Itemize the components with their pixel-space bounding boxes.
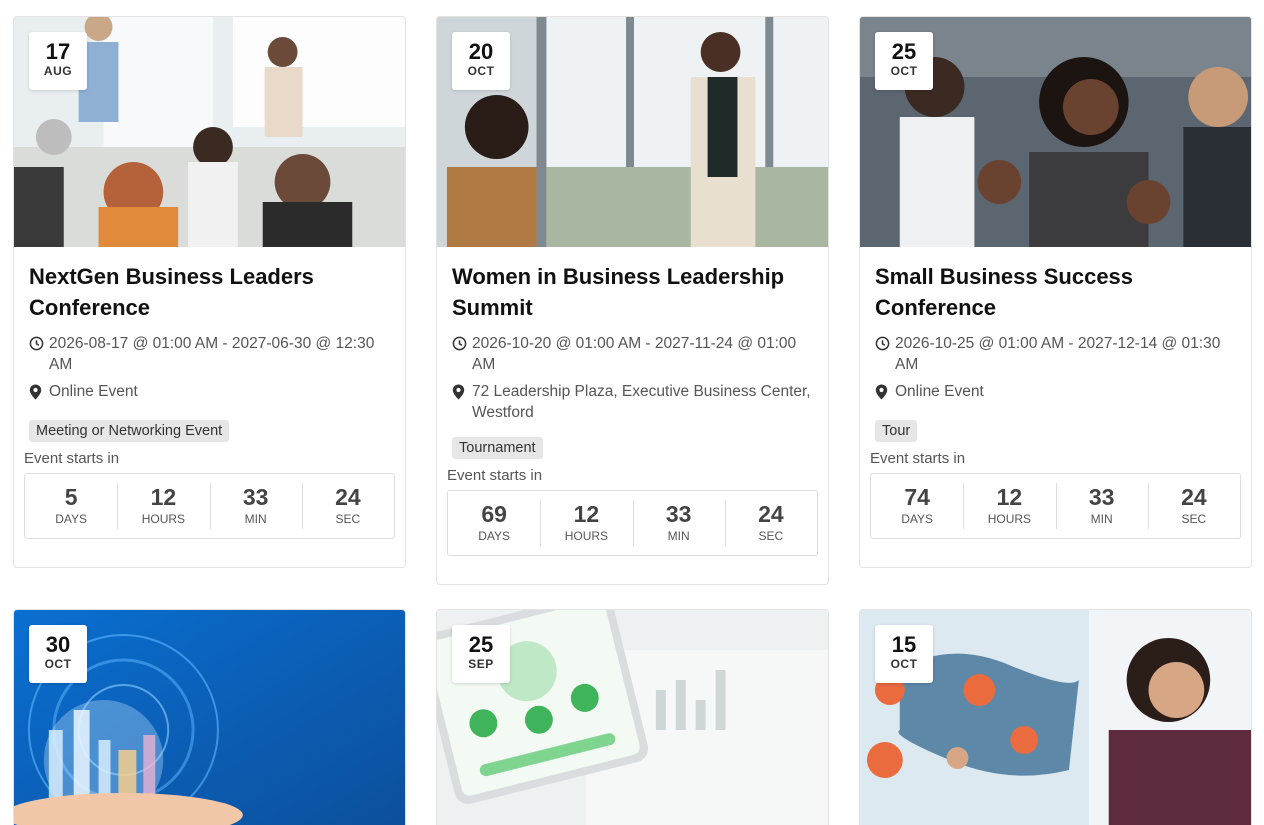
- countdown-hours-label: HOURS: [141, 512, 186, 526]
- date-month: OCT: [890, 657, 918, 671]
- date-day: 17: [45, 39, 71, 64]
- date-badge: 17 AUG: [29, 32, 87, 90]
- countdown-sec-value: 24: [758, 501, 784, 527]
- countdown-hours: 12 HOURS: [963, 474, 1055, 538]
- event-starts-label: Event starts in: [447, 467, 543, 484]
- map-pin-icon: [452, 381, 472, 406]
- event-category-tag[interactable]: Meeting or Networking Event: [29, 420, 230, 442]
- event-location: 72 Leadership Plaza, Executive Business …: [452, 381, 814, 423]
- countdown-sec: 24 SEC: [724, 491, 817, 555]
- countdown-hours: 12 HOURS: [117, 474, 209, 538]
- date-month: SEP: [468, 657, 494, 671]
- countdown-days-label: DAYS: [55, 512, 88, 526]
- event-title[interactable]: Small Business Success Conference: [875, 261, 1237, 323]
- date-month: OCT: [467, 64, 495, 78]
- event-image[interactable]: 30 OCT: [14, 610, 405, 825]
- countdown-hours-label: HOURS: [564, 529, 609, 543]
- event-title[interactable]: Women in Business Leadership Summit: [452, 261, 814, 323]
- countdown-days-value: 74: [904, 484, 930, 510]
- countdown-sec-value: 24: [1181, 484, 1207, 510]
- date-day: 20: [468, 39, 494, 64]
- date-day: 25: [468, 632, 494, 657]
- countdown-min-label: MIN: [1090, 512, 1113, 526]
- event-card[interactable]: 20 OCT Women in Business Leadership Summ…: [436, 16, 829, 585]
- date-month: OCT: [44, 657, 72, 671]
- date-day: 15: [891, 632, 917, 657]
- event-card[interactable]: 25 OCT Small Business Success Conference…: [859, 16, 1252, 568]
- countdown-min-label: MIN: [667, 529, 690, 543]
- event-card[interactable]: 15 OCT: [859, 609, 1252, 825]
- event-category-tag[interactable]: Tournament: [452, 437, 543, 459]
- countdown-days: 74 DAYS: [871, 474, 963, 538]
- countdown-days: 5 DAYS: [25, 474, 117, 538]
- event-image[interactable]: 25 SEP: [437, 610, 828, 825]
- event-starts-label: Event starts in: [870, 450, 966, 467]
- countdown-sec-value: 24: [335, 484, 361, 510]
- countdown-min-value: 33: [242, 484, 269, 510]
- event-location: Online Event: [875, 381, 1237, 406]
- countdown-sec-label: SEC: [1181, 512, 1207, 526]
- date-day: 30: [45, 632, 71, 657]
- event-location: Online Event: [29, 381, 391, 406]
- clock-icon: [875, 333, 895, 357]
- countdown-days-label: DAYS: [901, 512, 934, 526]
- event-datetime: 2026-10-20 @ 01:00 AM - 2027-11-24 @ 01:…: [452, 333, 814, 375]
- countdown-days-value: 69: [481, 501, 507, 527]
- event-datetime-text: 2026-10-25 @ 01:00 AM - 2027-12-14 @ 01:…: [895, 335, 1221, 373]
- map-pin-icon: [875, 381, 895, 406]
- event-datetime-text: 2026-08-17 @ 01:00 AM - 2027-06-30 @ 12:…: [49, 335, 375, 373]
- countdown-sec-label: SEC: [758, 529, 784, 543]
- countdown-hours-value: 12: [573, 501, 600, 527]
- event-card[interactable]: 17 AUG NextGen Business Leaders Conferen…: [13, 16, 406, 568]
- event-location-text: Online Event: [49, 383, 138, 400]
- date-month: AUG: [43, 64, 73, 78]
- event-card[interactable]: 30 OCT: [13, 609, 406, 825]
- countdown-timer: 5 DAYS 12 HOURS 33 MIN 24 SEC: [24, 473, 395, 539]
- event-image[interactable]: 15 OCT: [860, 610, 1251, 825]
- countdown-timer: 74 DAYS 12 HOURS 33 MIN 24 SEC: [870, 473, 1241, 539]
- countdown-hours: 12 HOURS: [540, 491, 632, 555]
- event-card[interactable]: 25 SEP: [436, 609, 829, 825]
- countdown-days-label: DAYS: [478, 529, 511, 543]
- date-day: 25: [891, 39, 917, 64]
- date-badge: 20 OCT: [452, 32, 510, 90]
- map-pin-icon: [29, 381, 49, 406]
- event-image[interactable]: 25 OCT: [860, 17, 1251, 247]
- clock-icon: [29, 333, 49, 357]
- event-starts-label: Event starts in: [24, 450, 120, 467]
- event-image[interactable]: 17 AUG: [14, 17, 405, 247]
- event-category-tag[interactable]: Tour: [875, 420, 918, 442]
- countdown-min: 33 MIN: [632, 491, 725, 555]
- countdown-days: 69 DAYS: [448, 491, 540, 555]
- event-location-text: Online Event: [895, 383, 984, 400]
- clock-icon: [452, 333, 472, 357]
- countdown-hours-label: HOURS: [987, 512, 1032, 526]
- event-title[interactable]: NextGen Business Leaders Conference: [29, 261, 391, 323]
- date-badge: 30 OCT: [29, 625, 87, 683]
- countdown-sec: 24 SEC: [1147, 474, 1240, 538]
- countdown-sec: 24 SEC: [301, 474, 394, 538]
- countdown-min: 33 MIN: [209, 474, 302, 538]
- countdown-min-value: 33: [1088, 484, 1115, 510]
- event-image[interactable]: 20 OCT: [437, 17, 828, 247]
- date-badge: 25 SEP: [452, 625, 510, 683]
- countdown-min-label: MIN: [244, 512, 267, 526]
- countdown-min: 33 MIN: [1055, 474, 1148, 538]
- countdown-min-value: 33: [665, 501, 692, 527]
- countdown-hours-value: 12: [150, 484, 177, 510]
- event-datetime: 2026-08-17 @ 01:00 AM - 2027-06-30 @ 12:…: [29, 333, 391, 375]
- countdown-days-value: 5: [64, 484, 78, 510]
- countdown-hours-value: 12: [996, 484, 1023, 510]
- event-datetime-text: 2026-10-20 @ 01:00 AM - 2027-11-24 @ 01:…: [472, 335, 797, 373]
- countdown-timer: 69 DAYS 12 HOURS 33 MIN 24 SEC: [447, 490, 818, 556]
- event-location-text: 72 Leadership Plaza, Executive Business …: [472, 383, 811, 421]
- date-month: OCT: [890, 64, 918, 78]
- countdown-sec-label: SEC: [335, 512, 361, 526]
- date-badge: 25 OCT: [875, 32, 933, 90]
- date-badge: 15 OCT: [875, 625, 933, 683]
- event-datetime: 2026-10-25 @ 01:00 AM - 2027-12-14 @ 01:…: [875, 333, 1237, 375]
